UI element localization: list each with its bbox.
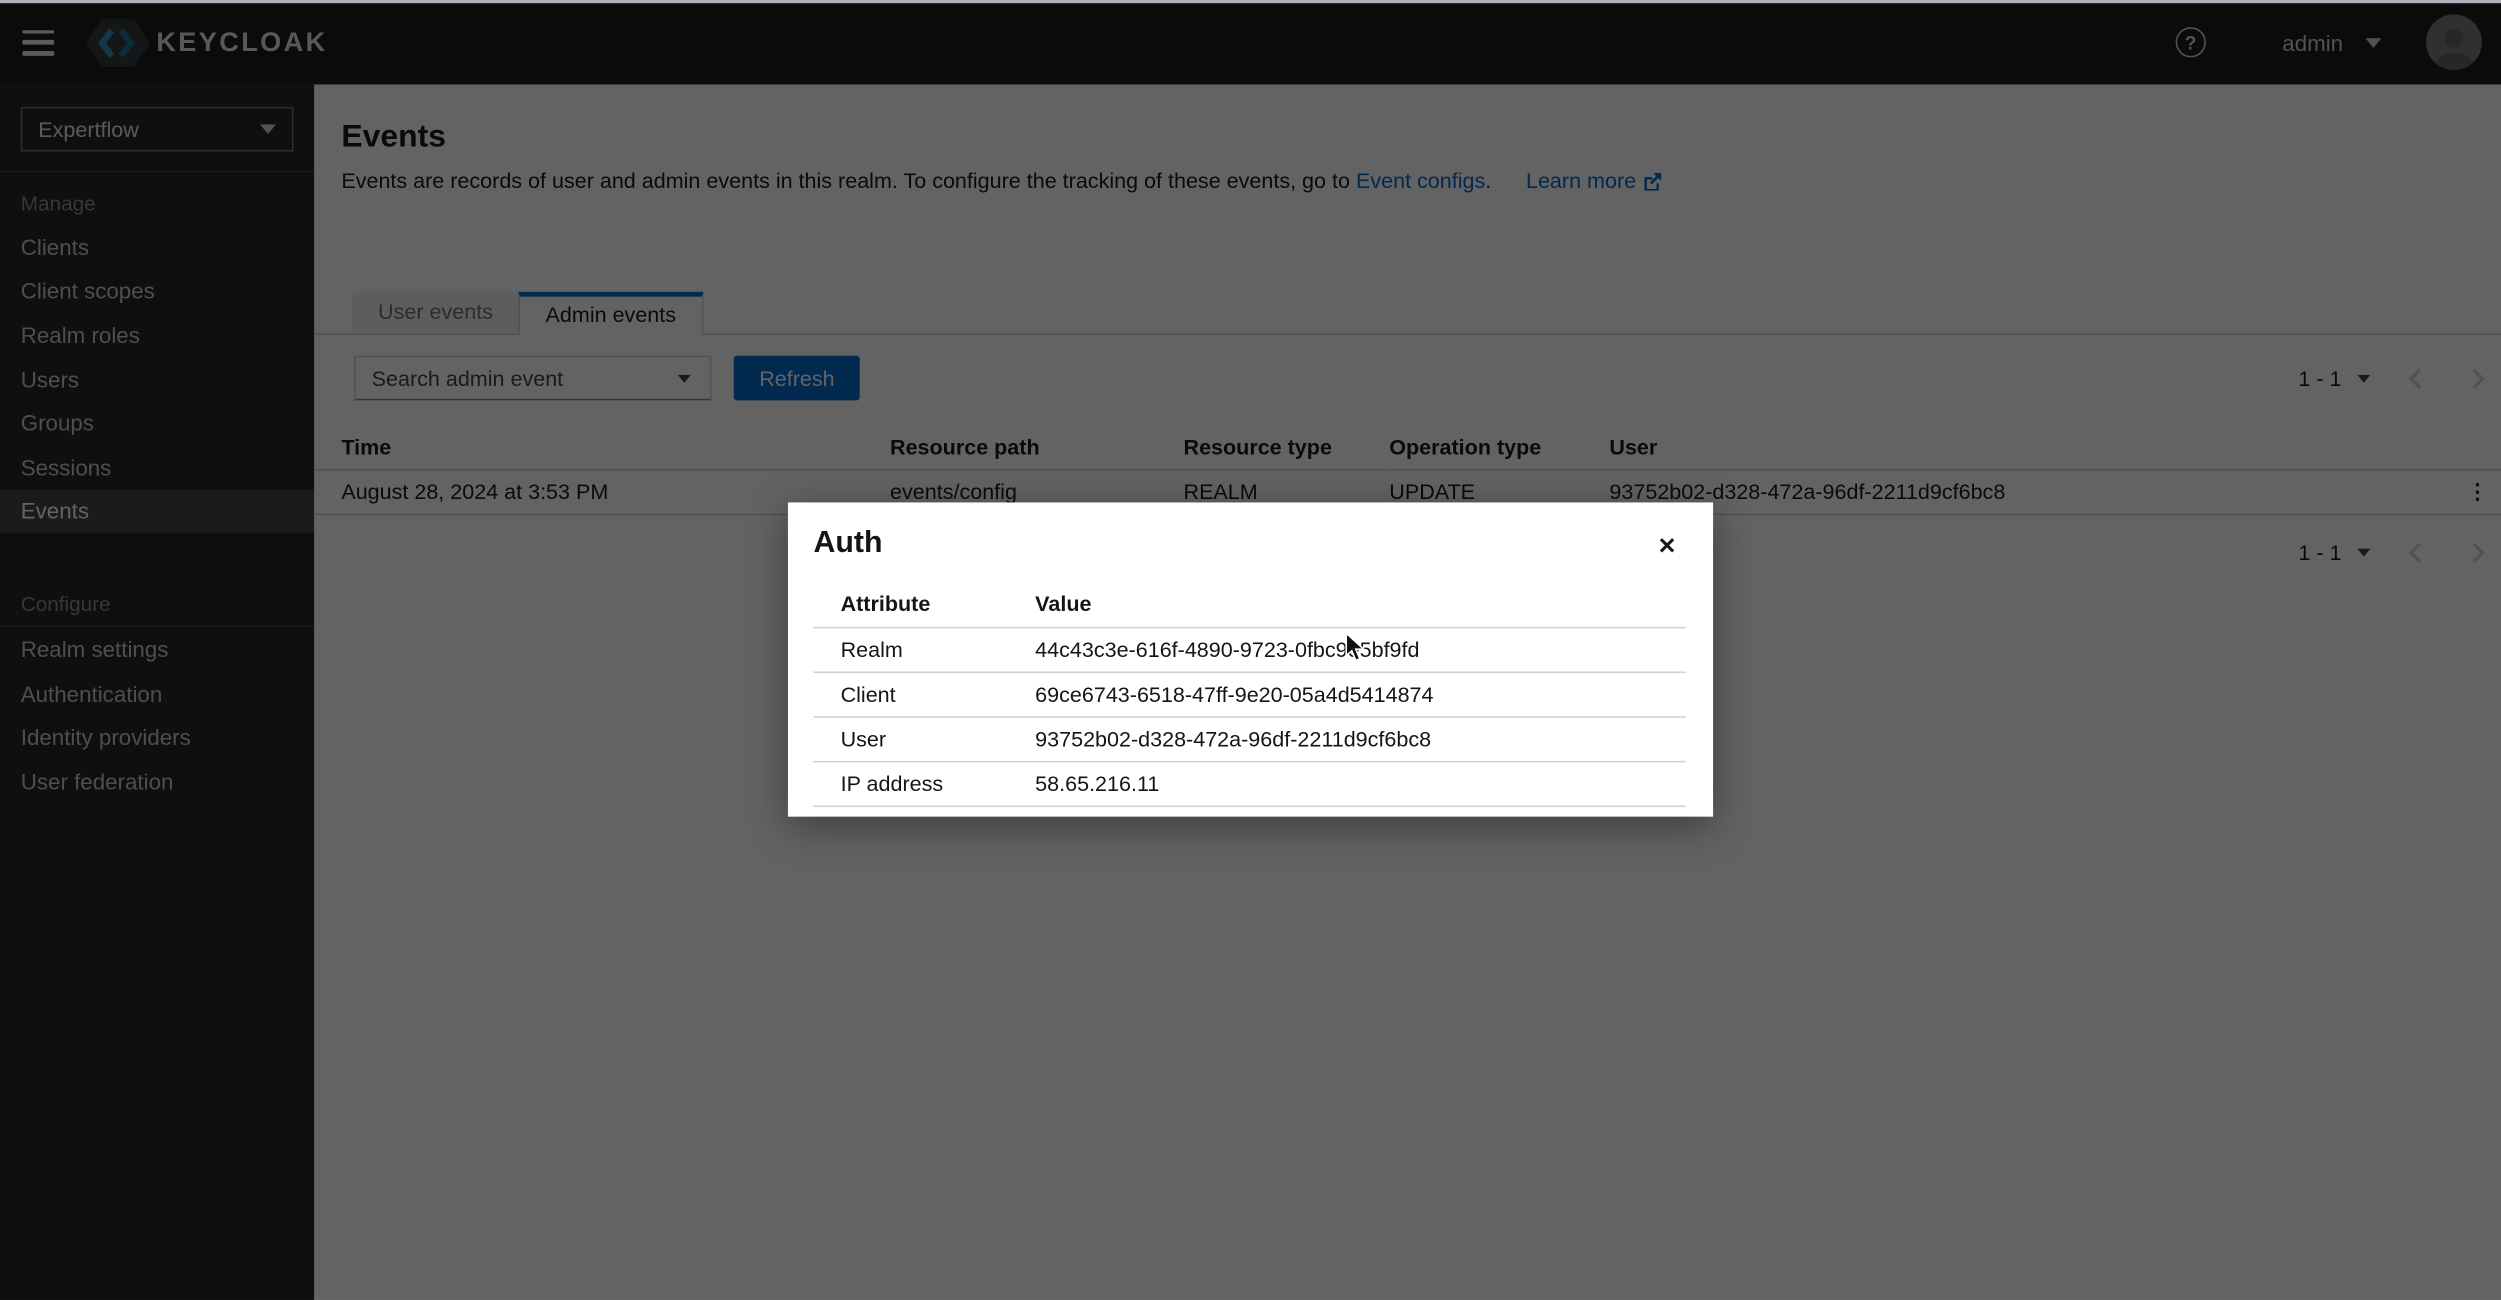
modal-title: Auth	[813, 526, 1687, 561]
attr-label: IP address	[813, 762, 1008, 807]
mouse-cursor	[1345, 632, 1367, 664]
window-top-edge	[0, 0, 2501, 3]
attr-value: 58.65.216.11	[1008, 762, 1686, 807]
col-attribute: Attribute	[813, 584, 1008, 628]
keycloak-admin-console: KEYCLOAK ? admin Expertflow Manage Clien…	[0, 0, 2501, 1300]
attr-row-ip: IP address 58.65.216.11	[813, 762, 1685, 807]
attr-row-realm: Realm 44c43c3e-616f-4890-9723-0fbc9e5bf9…	[813, 628, 1685, 673]
attr-row-client: Client 69ce6743-6518-47ff-9e20-05a4d5414…	[813, 672, 1685, 717]
col-value: Value	[1008, 584, 1686, 628]
attr-label: Realm	[813, 628, 1008, 673]
close-icon[interactable]: ✕	[1654, 531, 1679, 560]
attr-label: User	[813, 717, 1008, 762]
attr-value: 69ce6743-6518-47ff-9e20-05a4d5414874	[1008, 672, 1686, 717]
attr-label: Client	[813, 672, 1008, 717]
attribute-table: Attribute Value Realm 44c43c3e-616f-4890…	[813, 584, 1685, 807]
attr-value: 93752b02-d328-472a-96df-2211d9cf6bc8	[1008, 717, 1686, 762]
attr-header-row: Attribute Value	[813, 584, 1685, 628]
attr-row-user: User 93752b02-d328-472a-96df-2211d9cf6bc…	[813, 717, 1685, 762]
auth-dialog: Auth ✕ Attribute Value Realm 44c43c3e-61…	[788, 502, 1713, 816]
